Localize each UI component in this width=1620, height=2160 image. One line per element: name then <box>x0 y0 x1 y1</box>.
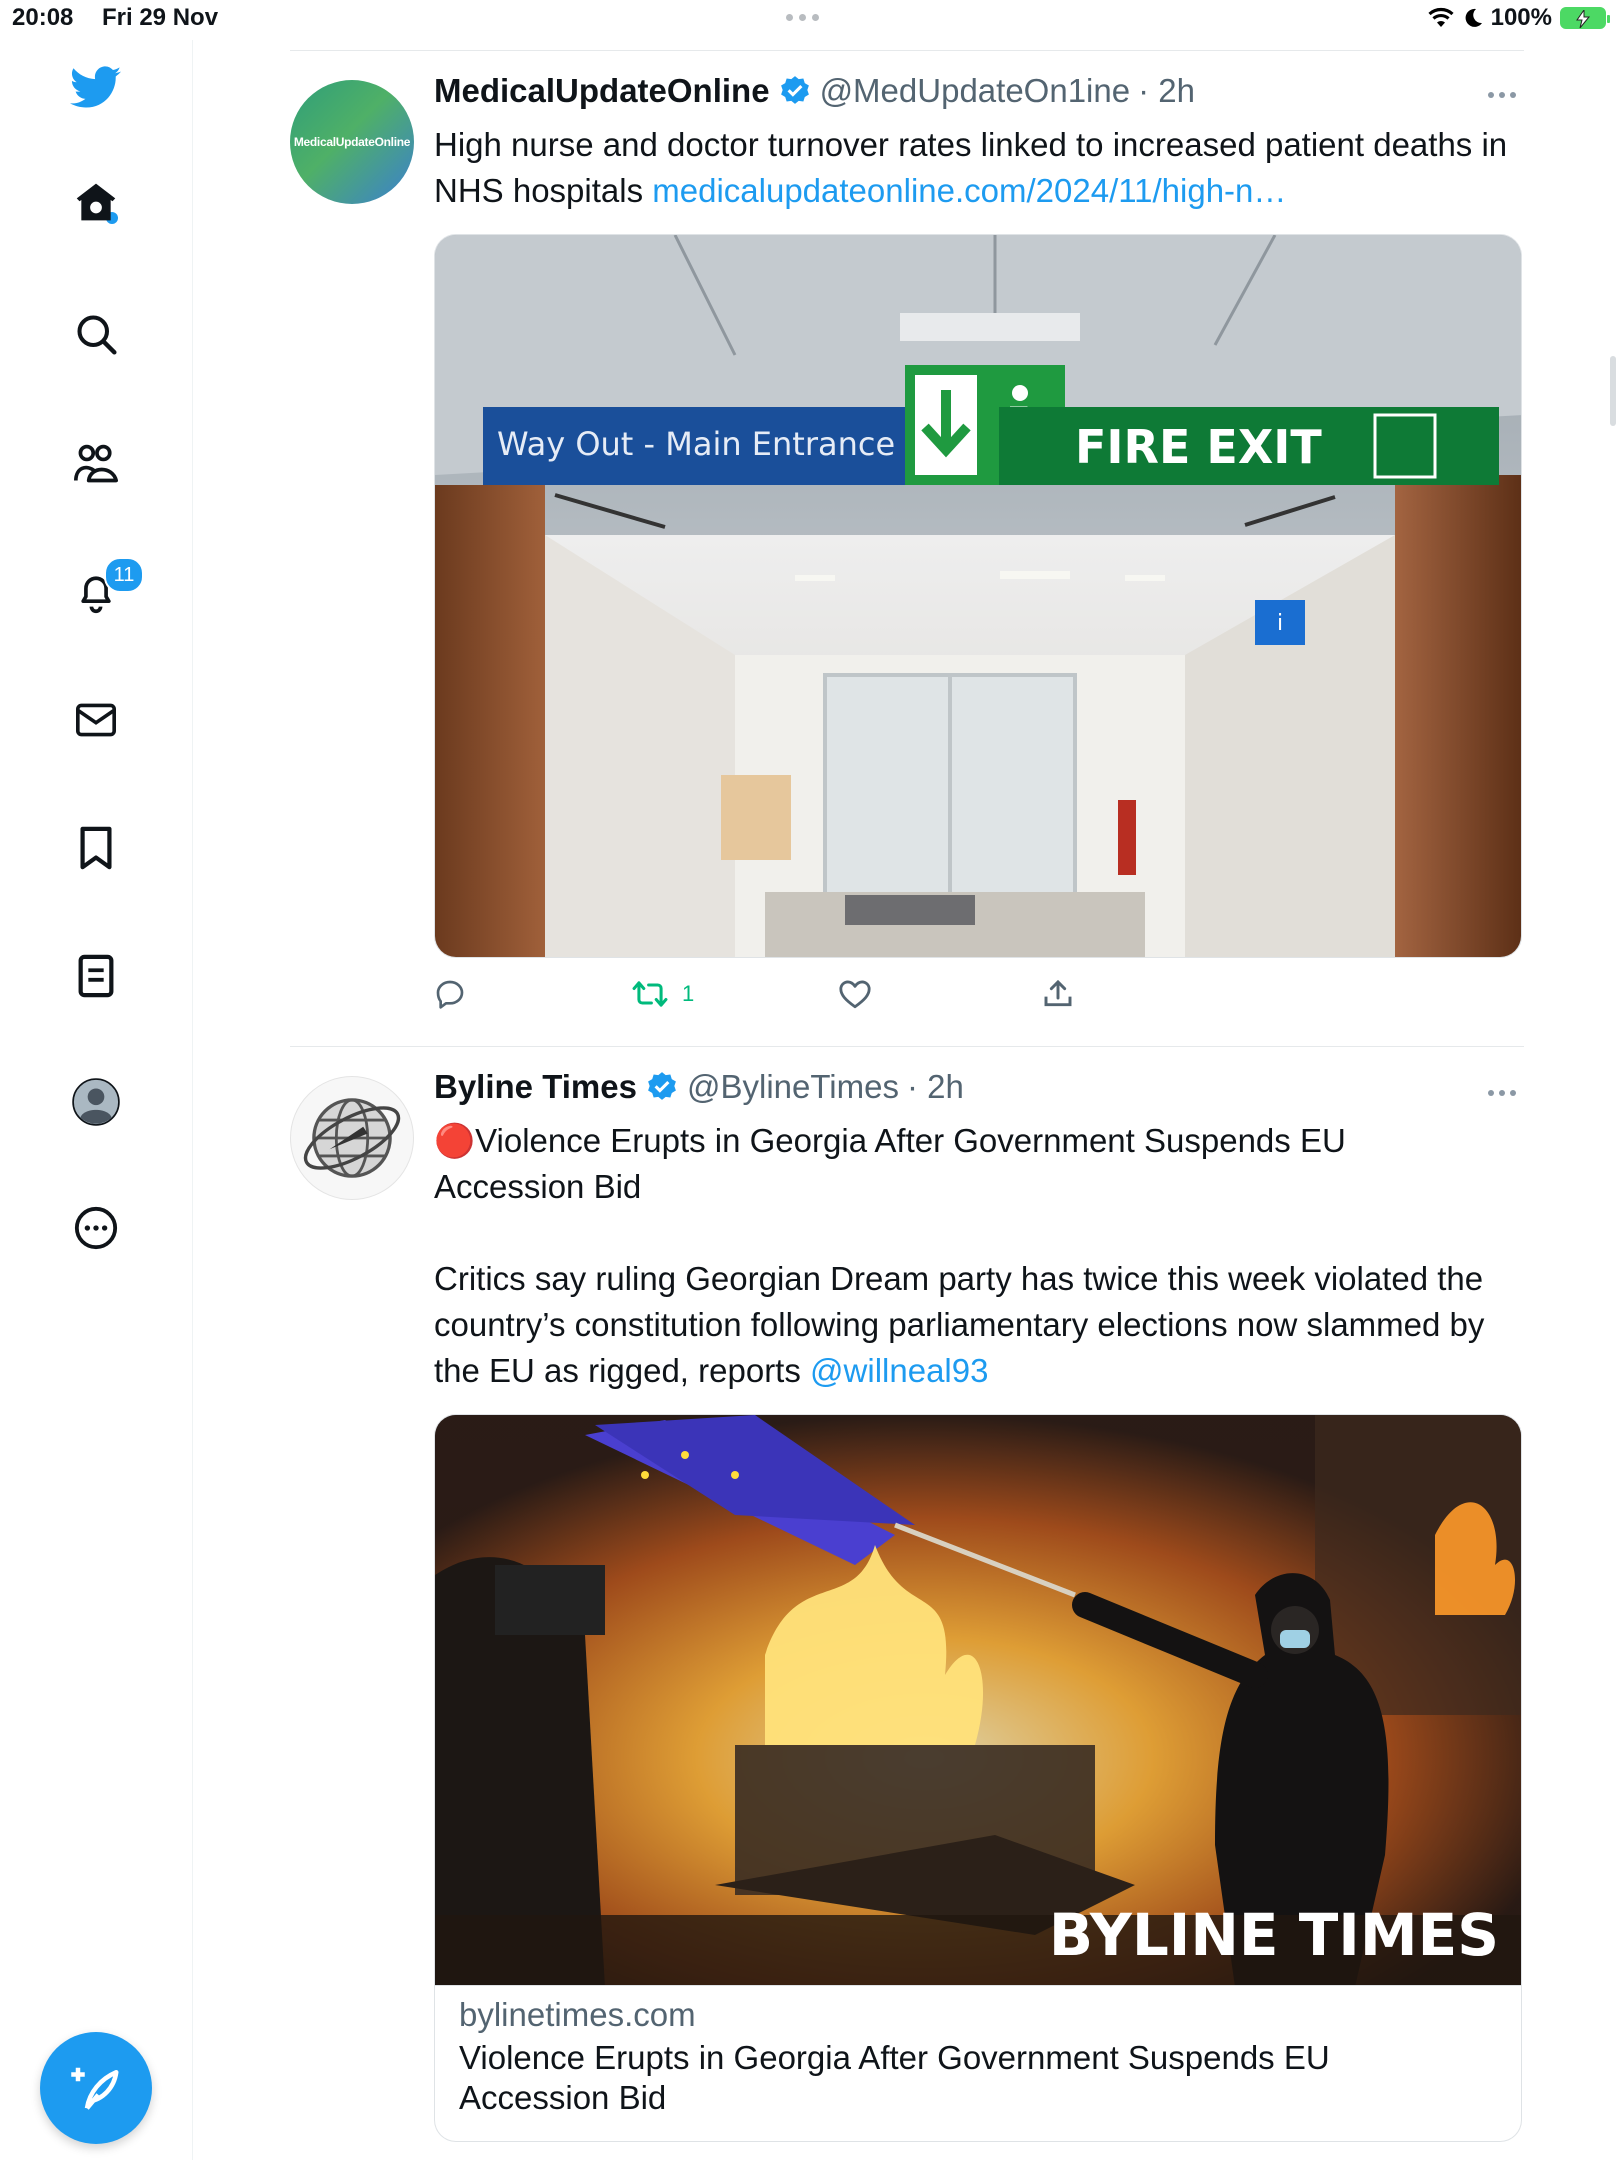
sidebar-nav: 11 <box>0 40 193 2160</box>
tweet-text: 🔴Violence Erupts in Georgia After Govern… <box>434 1118 1524 1394</box>
share-button[interactable] <box>1042 978 1074 1010</box>
sidebar-item-profile[interactable] <box>70 1076 122 1128</box>
bookmark-icon <box>80 826 112 870</box>
home-icon <box>76 183 116 221</box>
sidebar-item-messages[interactable] <box>70 694 122 746</box>
globe-logo-icon <box>303 1098 401 1178</box>
sidebar-item-bookmarks[interactable] <box>70 822 122 874</box>
tweet-more-icon[interactable] <box>1488 92 1516 98</box>
mention-link[interactable]: @willneal93 <box>810 1352 988 1389</box>
avatar[interactable]: MedicalUpdateOnline <box>290 80 414 204</box>
sidebar-item-more[interactable] <box>70 1202 122 1254</box>
card-domain: bylinetimes.com <box>459 1996 696 2033</box>
reply-button[interactable] <box>434 978 466 1010</box>
status-time: 20:08 <box>12 4 74 31</box>
like-button[interactable] <box>838 978 872 1010</box>
avatar-logo-text: MedicalUpdateOnline <box>293 135 411 149</box>
share-icon <box>1044 979 1072 1007</box>
search-icon <box>77 315 117 355</box>
people-icon <box>74 444 118 483</box>
verified-badge-icon <box>648 1072 676 1100</box>
author-handle[interactable]: @MedUpdateOn1ine <box>820 72 1131 110</box>
tweet-time[interactable]: · 2h <box>907 1068 964 1106</box>
sidebar-item-lists[interactable] <box>70 950 122 1002</box>
tweet-text: High nurse and doctor turnover rates lin… <box>434 122 1524 214</box>
compose-feather-icon <box>71 2067 119 2110</box>
heart-icon <box>839 980 871 1009</box>
tweet-image-georgia-protest[interactable]: BYLINE TIMES <box>434 1414 1522 1986</box>
retweet-button[interactable]: 1 <box>632 978 694 1010</box>
list-icon <box>78 954 114 998</box>
battery-icon <box>1560 7 1610 29</box>
author-handle[interactable]: @BylineTimes <box>687 1068 899 1106</box>
verified-badge-icon <box>780 76 809 104</box>
sidebar-item-home[interactable] <box>70 176 122 228</box>
tweet-image-hospital-corridor[interactable]: i Way Out - Main Entrance FIRE EXIT <box>434 234 1522 958</box>
sidebar-item-explore[interactable] <box>70 308 122 360</box>
more-circle-icon <box>74 1206 118 1250</box>
reply-icon <box>436 980 464 1009</box>
tweet-headline: 🔴Violence Erupts in Georgia After Govern… <box>434 1122 1346 1205</box>
mail-icon <box>76 703 116 737</box>
retweet-icon <box>632 981 668 1007</box>
card-title: Violence Erupts in Georgia After Governm… <box>459 2039 1330 2116</box>
status-indicators: 100% <box>1427 4 1610 32</box>
sidebar-item-communities[interactable] <box>70 438 122 490</box>
tweet-link[interactable]: medicalupdateonline.com/2024/11/high-n… <box>652 172 1286 209</box>
divider <box>290 50 1524 51</box>
tweet-header: Byline Times @BylineTimes · 2h <box>434 1068 964 1106</box>
link-card[interactable]: bylinetimes.com Violence Erupts in Georg… <box>434 1984 1522 2142</box>
tweet-body: Critics say ruling Georgian Dream party … <box>434 1256 1524 1394</box>
moon-icon <box>1465 8 1482 27</box>
compose-tweet-button[interactable] <box>40 2032 152 2144</box>
divider <box>290 1046 1524 1047</box>
battery-percent: 100% <box>1490 4 1552 31</box>
avatar-icon <box>72 1078 120 1126</box>
fire-exit-sign: FIRE EXIT <box>1075 420 1322 474</box>
status-bar: 20:08 Fri 29 Nov 100% <box>0 0 1620 40</box>
avatar[interactable] <box>290 1076 414 1200</box>
twitter-bird-icon[interactable] <box>70 62 122 114</box>
svg-text:i: i <box>1277 611 1283 636</box>
way-out-sign: Way Out - Main Entrance <box>497 425 895 463</box>
multitask-dots-icon[interactable] <box>786 14 819 21</box>
tweet-header: MedicalUpdateOnline @MedUpdateOn1ine · 2… <box>434 72 1195 110</box>
author-name[interactable]: Byline Times <box>434 1068 637 1106</box>
tweet-actions: 1 <box>434 978 1134 1018</box>
byline-times-watermark: BYLINE TIMES <box>1049 1901 1499 1969</box>
status-date: Fri 29 Nov <box>102 4 219 31</box>
retweet-count: 1 <box>682 981 695 1006</box>
tweet-time[interactable]: · 2h <box>1138 72 1195 110</box>
scrollbar[interactable] <box>1610 356 1616 426</box>
author-name[interactable]: MedicalUpdateOnline <box>434 72 770 110</box>
notifications-badge: 11 <box>104 557 144 593</box>
wifi-icon <box>1428 7 1454 27</box>
tweet-more-icon[interactable] <box>1488 1090 1516 1096</box>
